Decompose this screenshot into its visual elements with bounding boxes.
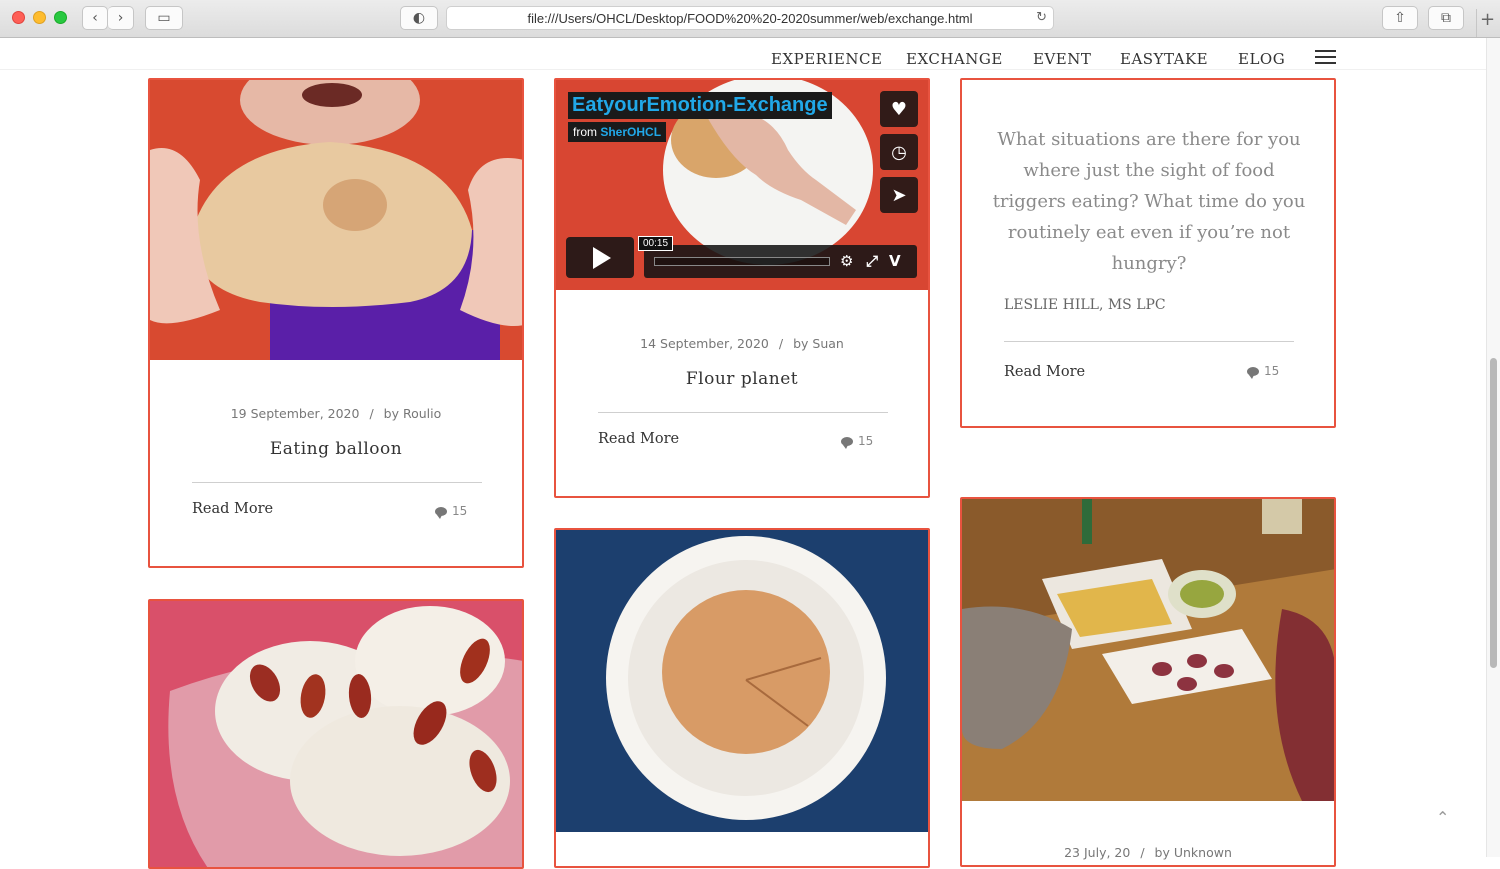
video-player[interactable]: EatyourEmotion-Exchange from SherOHCL ♥ … — [556, 80, 928, 290]
post-image[interactable] — [962, 499, 1334, 801]
read-more-link[interactable]: Read More — [598, 431, 679, 447]
site-nav: EXPERIENCE EXCHANGE EVENT EASYTAKE ELOG — [0, 38, 1486, 70]
privacy-report-button[interactable]: ◐ — [400, 6, 438, 30]
video-progress-track[interactable] — [654, 257, 830, 266]
fullscreen-icon[interactable]: ⤢ — [866, 252, 878, 270]
video-time: 00:15 — [638, 236, 674, 251]
comment-icon — [435, 506, 447, 519]
post-card: 23 July, 20/by Unknown — [960, 497, 1336, 867]
back-to-top-icon[interactable]: ⌃ — [1436, 808, 1449, 827]
post-image[interactable] — [150, 601, 522, 867]
video-channel[interactable]: from SherOHCL — [568, 122, 667, 142]
divider — [1004, 341, 1294, 342]
post-author[interactable]: by Unknown — [1155, 845, 1232, 860]
nav-experience[interactable]: EXPERIENCE — [771, 50, 882, 68]
post-author[interactable]: by Roulio — [384, 406, 442, 421]
post-title[interactable]: Eating balloon — [150, 439, 522, 459]
post-meta: 23 July, 20/by Unknown — [1064, 845, 1232, 860]
comment-count[interactable]: 15 — [1247, 364, 1279, 379]
clock-icon: ◷ — [891, 141, 907, 163]
video-title[interactable]: EatyourEmotion-Exchange — [568, 92, 832, 119]
plus-icon: + — [1479, 9, 1496, 30]
divider — [598, 412, 888, 413]
browser-toolbar: ‹ › ▭ ◐ file:///Users/OHCL/Desktop/FOOD%… — [0, 0, 1500, 38]
nav-easytake[interactable]: EASYTAKE — [1120, 50, 1208, 68]
heart-icon: ♥ — [890, 98, 908, 120]
zoom-window-button[interactable] — [54, 11, 67, 24]
post-date: 19 September, 2020 — [230, 406, 360, 421]
play-button[interactable] — [566, 237, 634, 278]
close-window-button[interactable] — [12, 11, 25, 24]
sidebar-toggle-button[interactable]: ▭ — [145, 6, 183, 30]
minimize-window-button[interactable] — [33, 11, 46, 24]
quote-author: LESLIE HILL, MS LPC — [1004, 297, 1166, 313]
comment-icon — [841, 436, 853, 449]
post-meta: 14 September, 2020/by Suan — [640, 336, 844, 351]
post-author[interactable]: by Suan — [793, 336, 844, 351]
watch-later-button[interactable]: ◷ — [880, 134, 918, 170]
comment-count[interactable]: 15 — [841, 434, 873, 449]
post-card — [554, 528, 930, 868]
address-bar[interactable]: file:///Users/OHCL/Desktop/FOOD%20%20-20… — [446, 6, 1054, 30]
forward-button[interactable]: › — [108, 6, 134, 30]
chevron-right-icon: › — [117, 10, 124, 26]
quote-text: What situations are there for you where … — [992, 129, 1306, 274]
nav-event[interactable]: EVENT — [1033, 50, 1091, 68]
post-card — [148, 599, 524, 869]
post-card: 19 September, 2020/by Roulio Eating ball… — [148, 78, 524, 568]
url-text: file:///Users/OHCL/Desktop/FOOD%20%20-20… — [527, 10, 973, 26]
comment-count[interactable]: 15 — [435, 504, 467, 519]
post-card: EatyourEmotion-Exchange from SherOHCL ♥ … — [554, 78, 930, 498]
read-more-link[interactable]: Read More — [1004, 364, 1085, 380]
comment-icon — [1247, 366, 1259, 379]
share-icon: ⇧ — [1394, 10, 1406, 26]
share-video-button[interactable]: ➤ — [880, 177, 918, 213]
post-image[interactable] — [150, 80, 522, 360]
back-button[interactable]: ‹ — [82, 6, 108, 30]
post-image[interactable] — [556, 530, 928, 832]
video-controls: ⚙ ⤢ V — [644, 245, 917, 278]
reload-icon[interactable]: ↻ — [1036, 10, 1047, 25]
chevron-left-icon: ‹ — [92, 10, 98, 26]
tabs-overview-button[interactable]: ⧉ — [1428, 6, 1464, 30]
post-date: 14 September, 2020 — [640, 336, 769, 351]
divider — [192, 482, 482, 483]
nav-exchange[interactable]: EXCHANGE — [906, 50, 1003, 68]
like-button[interactable]: ♥ — [880, 91, 918, 127]
nav-elog[interactable]: ELOG — [1238, 50, 1285, 68]
share-button[interactable]: ⇧ — [1382, 6, 1418, 30]
post-date: 23 July, 20 — [1064, 845, 1131, 860]
vimeo-logo-icon[interactable]: V — [889, 252, 901, 270]
scrollbar-thumb[interactable] — [1490, 358, 1497, 668]
settings-icon[interactable]: ⚙ — [840, 252, 853, 270]
shield-icon: ◐ — [412, 10, 426, 26]
menu-icon[interactable] — [1315, 50, 1336, 65]
tabs-icon: ⧉ — [1441, 10, 1451, 26]
sidebar-icon: ▭ — [157, 10, 171, 26]
post-title[interactable]: Flour planet — [556, 369, 928, 389]
post-meta: 19 September, 2020/by Roulio — [230, 406, 442, 421]
page-scrollbar[interactable] — [1486, 38, 1500, 857]
send-icon: ➤ — [891, 184, 907, 206]
new-tab-button[interactable]: + — [1476, 9, 1498, 37]
read-more-link[interactable]: Read More — [192, 501, 273, 517]
quote-card: What situations are there for you where … — [960, 78, 1336, 428]
